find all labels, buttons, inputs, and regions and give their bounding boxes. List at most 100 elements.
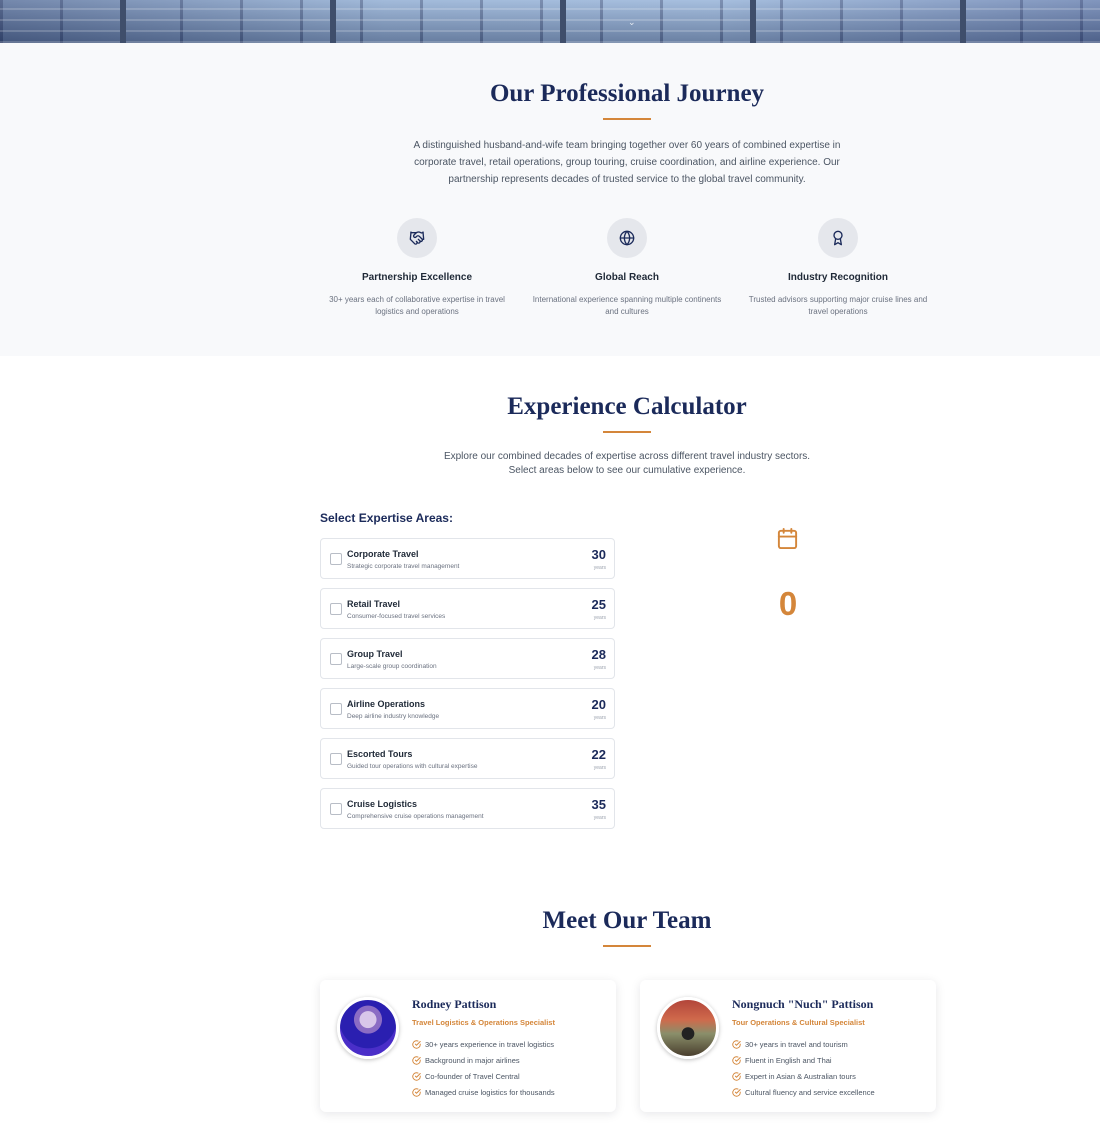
feature-industry-recognition: Industry Recognition Trusted advisors su… xyxy=(743,218,933,318)
check-circle-icon xyxy=(412,1087,421,1097)
highlight-text: 30+ years experience in travel logistics xyxy=(425,1039,555,1049)
check-circle-icon xyxy=(732,1039,741,1049)
hero-banner: ⌄ xyxy=(0,0,1100,43)
check-circle-icon xyxy=(732,1055,741,1065)
feature-title: Partnership Excellence xyxy=(361,272,473,283)
member-name: Nongnuch "Nuch" Pattison xyxy=(732,997,874,1011)
option-description: Deep airline industry knowledge xyxy=(347,713,440,720)
title-divider xyxy=(603,118,651,120)
list-item: Cultural fluency and service excellence xyxy=(732,1084,875,1100)
option-name: Corporate Travel xyxy=(347,549,419,559)
journey-intro: A distinguished husband-and-wife team br… xyxy=(380,137,874,188)
expertise-option-escorted-tours[interactable]: Escorted Tours Guided tour operations wi… xyxy=(320,738,615,779)
years-unit: years xyxy=(593,565,606,571)
expertise-option-cruise-logistics[interactable]: Cruise Logistics Comprehensive cruise op… xyxy=(320,788,615,829)
expertise-option-airline-operations[interactable]: Airline Operations Deep airline industry… xyxy=(320,688,615,729)
expertise-option-group-travel[interactable]: Group Travel Large-scale group coordinat… xyxy=(320,638,615,679)
title-divider xyxy=(603,945,651,947)
calculator-intro: Explore our combined decades of expertis… xyxy=(400,450,854,478)
check-circle-icon xyxy=(412,1039,421,1049)
check-circle-icon xyxy=(412,1055,421,1065)
option-name: Airline Operations xyxy=(347,699,426,709)
highlight-text: Cultural fluency and service excellence xyxy=(745,1087,875,1097)
hero-beam xyxy=(120,0,126,43)
feature-desc-line: 30+ years each of collaborative expertis… xyxy=(329,295,505,304)
section-title: Meet Our Team xyxy=(542,907,712,934)
list-item: Managed cruise logistics for thousands xyxy=(412,1084,555,1100)
list-item: Co-founder of Travel Central xyxy=(412,1068,555,1084)
checkbox[interactable] xyxy=(330,553,342,565)
option-name: Retail Travel xyxy=(347,599,401,609)
highlight-text: Fluent in English and Thai xyxy=(745,1055,832,1065)
member-name: Rodney Pattison xyxy=(412,997,497,1011)
award-icon xyxy=(818,218,858,258)
intro-line: Select areas below to see our cumulative… xyxy=(508,465,746,476)
hero-beam xyxy=(750,0,756,43)
list-item: 30+ years experience in travel logistics xyxy=(412,1036,555,1052)
member-highlights: 30+ years experience in travel logistics… xyxy=(412,1036,555,1100)
globe-icon xyxy=(607,218,647,258)
option-description: Large-scale group coordination xyxy=(347,663,437,670)
member-highlights: 30+ years in travel and tourism Fluent i… xyxy=(732,1036,875,1100)
checkbox[interactable] xyxy=(330,753,342,765)
feature-desc-line: and cultures xyxy=(605,307,649,316)
feature-title: Global Reach xyxy=(595,272,659,283)
highlight-text: 30+ years in travel and tourism xyxy=(745,1039,848,1049)
checkbox[interactable] xyxy=(330,703,342,715)
expertise-option-retail-travel[interactable]: Retail Travel Consumer-focused travel se… xyxy=(320,588,615,629)
years-unit: years xyxy=(593,665,606,671)
checkbox[interactable] xyxy=(330,653,342,665)
feature-title: Industry Recognition xyxy=(788,272,888,283)
hero-beam xyxy=(560,0,566,43)
avatar xyxy=(657,997,719,1059)
total-years-value: 0 xyxy=(778,585,798,622)
calendar-icon xyxy=(776,527,799,555)
option-name: Cruise Logistics xyxy=(347,799,418,809)
years-unit: years xyxy=(593,615,606,621)
intro-line: corporate travel, retail operations, gro… xyxy=(414,157,840,168)
team-card-rodney: Rodney Pattison Travel Logistics & Opera… xyxy=(320,980,616,1112)
feature-global-reach: Global Reach International experience sp… xyxy=(532,218,722,318)
option-name: Group Travel xyxy=(347,649,403,659)
hero-beam xyxy=(330,0,336,43)
option-years: 28 xyxy=(591,647,606,662)
years-unit: years xyxy=(593,715,606,721)
feature-desc-line: International experience spanning multip… xyxy=(532,295,722,304)
list-item: Expert in Asian & Australian tours xyxy=(732,1068,875,1084)
option-years: 30 xyxy=(591,547,606,562)
years-unit: years xyxy=(593,815,606,821)
option-name: Escorted Tours xyxy=(347,749,413,759)
intro-line: A distinguished husband-and-wife team br… xyxy=(413,140,841,151)
option-description: Guided tour operations with cultural exp… xyxy=(347,763,478,770)
years-unit: years xyxy=(593,765,606,771)
feature-partnership: Partnership Excellence 30+ years each of… xyxy=(322,218,512,318)
option-years: 22 xyxy=(591,747,606,762)
option-description: Comprehensive cruise operations manageme… xyxy=(347,813,484,820)
list-item: 30+ years in travel and tourism xyxy=(732,1036,875,1052)
feature-description: Trusted advisors supporting major cruise… xyxy=(743,294,933,318)
highlight-text: Expert in Asian & Australian tours xyxy=(745,1071,856,1081)
checkbox[interactable] xyxy=(330,603,342,615)
member-role: Travel Logistics & Operations Specialist xyxy=(412,1018,555,1027)
checkbox[interactable] xyxy=(330,803,342,815)
professional-journey-section: Our Professional Journey A distinguished… xyxy=(0,43,1100,356)
option-years: 25 xyxy=(591,597,606,612)
feature-description: International experience spanning multip… xyxy=(532,294,722,318)
section-title: Experience Calculator xyxy=(507,393,747,420)
chevron-down-icon[interactable]: ⌄ xyxy=(628,17,636,28)
expertise-option-corporate-travel[interactable]: Corporate Travel Strategic corporate tra… xyxy=(320,538,615,579)
feature-desc-line: Trusted advisors supporting major cruise… xyxy=(748,295,928,304)
list-item: Fluent in English and Thai xyxy=(732,1052,875,1068)
check-circle-icon xyxy=(732,1087,741,1097)
check-circle-icon xyxy=(412,1071,421,1081)
option-description: Strategic corporate travel management xyxy=(347,563,460,570)
check-circle-icon xyxy=(732,1071,741,1081)
section-title: Our Professional Journey xyxy=(489,80,765,107)
feature-desc-line: travel operations xyxy=(808,307,868,316)
feature-description: 30+ years each of collaborative expertis… xyxy=(322,294,512,318)
highlight-text: Co-founder of Travel Central xyxy=(425,1071,520,1081)
hero-beam xyxy=(960,0,966,43)
title-divider xyxy=(603,431,651,433)
select-areas-label: Select Expertise Areas: xyxy=(320,511,453,525)
list-item: Background in major airlines xyxy=(412,1052,555,1068)
